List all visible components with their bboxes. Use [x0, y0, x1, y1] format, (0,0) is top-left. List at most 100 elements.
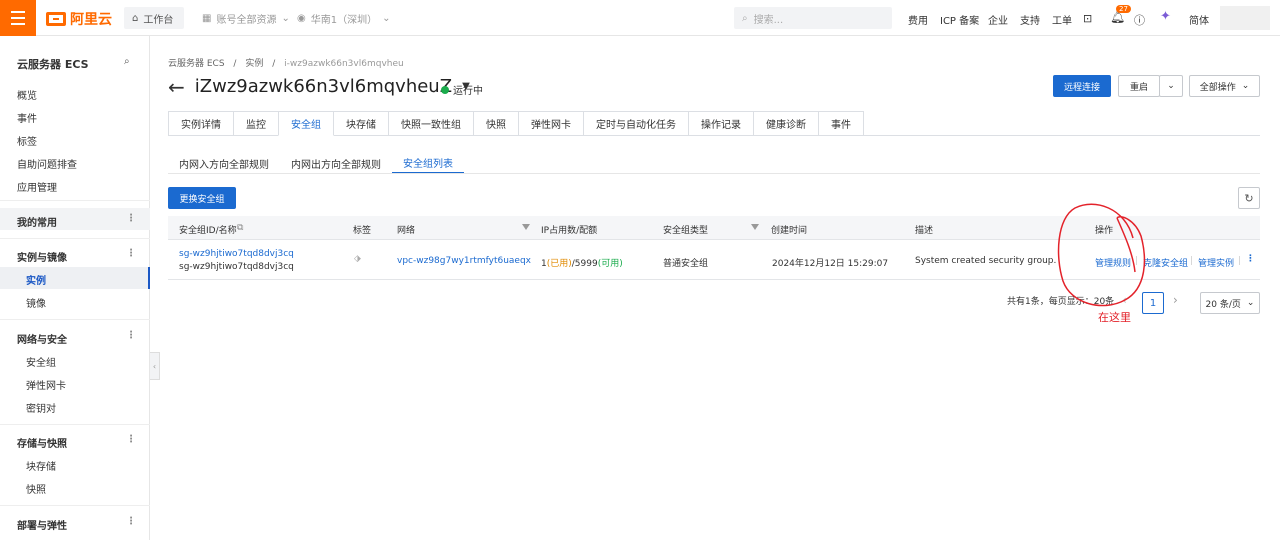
- page-size-select[interactable]: 20 条/页 ⌄: [1200, 292, 1260, 314]
- sidebar-group-network-security[interactable]: 网络与安全: [17, 331, 67, 346]
- restart-button[interactable]: 重启: [1118, 75, 1160, 97]
- sidebar-item-troubleshoot[interactable]: 自助问题排查: [17, 156, 77, 171]
- column-header-description: 描述: [915, 226, 934, 236]
- refresh-button[interactable]: ↻: [1238, 187, 1260, 209]
- search-icon[interactable]: ⌕: [124, 56, 130, 67]
- help-icon[interactable]: ⓘ: [1134, 12, 1145, 28]
- next-page-icon[interactable]: ›: [1173, 293, 1178, 307]
- chevron-down-icon: ⌄: [382, 13, 391, 24]
- subtab-outbound-rules[interactable]: 内网出方向全部规则: [280, 152, 392, 174]
- more-icon[interactable]: ⋮: [126, 213, 136, 224]
- avatar[interactable]: [1220, 6, 1270, 30]
- sidebar-group-deployment-elasticity[interactable]: 部署与弹性: [17, 517, 67, 532]
- assistant-icon[interactable]: ✦: [1160, 9, 1171, 24]
- sidebar-item-block-storage[interactable]: 块存储: [26, 458, 56, 473]
- security-subtabs: 内网入方向全部规则 内网出方向全部规则 安全组列表: [168, 152, 464, 174]
- more-icon[interactable]: ⋮: [126, 248, 136, 259]
- search-icon: ⌕: [742, 12, 748, 24]
- ip-quota-value: /5999: [571, 259, 598, 269]
- chevron-left-icon: ‹: [152, 361, 157, 371]
- breadcrumb-instances[interactable]: 实例: [245, 59, 263, 69]
- search-input[interactable]: ⌕ 搜索...: [734, 7, 892, 29]
- vpc-link[interactable]: vpc-wz98g7wy1rtmfyt6uaeqx: [397, 256, 531, 266]
- divider: [0, 238, 150, 239]
- tab-eni[interactable]: 弹性网卡: [518, 111, 584, 136]
- link-billing[interactable]: 费用: [908, 12, 928, 27]
- annotation-label: 在这里: [1098, 311, 1131, 324]
- annotation-circle: [1057, 203, 1146, 307]
- subtab-security-group-list[interactable]: 安全组列表: [392, 152, 464, 174]
- copy-icon[interactable]: ⧉: [237, 223, 243, 233]
- all-actions-button[interactable]: 全部操作 ⌄: [1189, 75, 1260, 97]
- terminal-icon[interactable]: ⊡: [1083, 12, 1092, 25]
- divider: [0, 505, 150, 506]
- filter-icon[interactable]: [751, 224, 759, 230]
- tab-instance-details[interactable]: 实例详情: [168, 111, 234, 136]
- tag-icon[interactable]: ⬗: [354, 254, 361, 264]
- sidebar-item-instances[interactable]: 实例: [26, 272, 46, 287]
- tab-block-storage[interactable]: 块存储: [333, 111, 389, 136]
- link-ticket[interactable]: 工单: [1052, 12, 1072, 27]
- account-selector-label: 账号全部资源: [216, 15, 277, 26]
- link-icp[interactable]: ICP 备案: [940, 12, 979, 27]
- sidebar-item-keypairs[interactable]: 密钥对: [26, 400, 56, 415]
- sg-id-link[interactable]: sg-wz9hjtiwo7tqd8dvj3cq: [179, 249, 294, 259]
- chevron-down-icon: ⌄: [1246, 298, 1255, 308]
- link-enterprise[interactable]: 企业: [988, 12, 1008, 27]
- sidebar-group-instances-images[interactable]: 实例与镜像: [17, 249, 67, 264]
- change-security-group-button[interactable]: 更换安全组: [168, 187, 236, 209]
- sidebar-item-tags[interactable]: 标签: [17, 133, 37, 148]
- page-size-label: 20 条/页: [1205, 299, 1241, 310]
- breadcrumb-current: i-wz9azwk66n3vl6mqvheu: [284, 59, 404, 69]
- more-icon[interactable]: ⋮: [126, 516, 136, 527]
- more-icon[interactable]: ⋮: [126, 330, 136, 341]
- account-resource-selector[interactable]: ▦ 账号全部资源 ⌄: [202, 11, 290, 26]
- sidebar-item-app-management[interactable]: 应用管理: [17, 179, 57, 194]
- filter-icon[interactable]: [522, 224, 530, 230]
- restart-dropdown-button[interactable]: ⌄: [1159, 75, 1183, 97]
- logo-text: 阿里云: [70, 12, 112, 28]
- aliyun-logo[interactable]: 阿里云: [46, 9, 112, 29]
- created-time: 2024年12月12日 15:29:07: [772, 259, 889, 269]
- tab-security-groups[interactable]: 安全组: [278, 111, 334, 136]
- column-header-created: 创建时间: [771, 226, 808, 236]
- link-support[interactable]: 支持: [1020, 12, 1040, 27]
- sidebar-group-storage-snapshots[interactable]: 存储与快照: [17, 435, 67, 450]
- sidebar-collapse-handle[interactable]: ‹: [150, 352, 160, 380]
- tab-monitoring[interactable]: 监控: [233, 111, 279, 136]
- more-actions-icon[interactable]: ⋮: [1246, 254, 1255, 264]
- restart-label: 重启: [1129, 82, 1148, 93]
- breadcrumb-ecs[interactable]: 云服务器 ECS: [168, 59, 225, 69]
- sidebar-item-overview[interactable]: 概览: [17, 87, 37, 102]
- tab-scheduled-tasks[interactable]: 定时与自动化任务: [583, 111, 689, 136]
- sidebar-item-eni[interactable]: 弹性网卡: [26, 377, 66, 392]
- sidebar-item-snapshots[interactable]: 快照: [26, 481, 46, 496]
- ip-quota-cell: 1(已用)/5999(可用): [541, 256, 623, 269]
- tab-operation-logs[interactable]: 操作记录: [688, 111, 754, 136]
- sidebar-group-favorites[interactable]: 我的常用: [17, 214, 57, 229]
- tab-events[interactable]: 事件: [818, 111, 864, 136]
- workspace-label: 工作台: [143, 14, 174, 26]
- sidebar-item-security-groups[interactable]: 安全组: [26, 354, 56, 369]
- remote-connect-label: 远程连接: [1063, 82, 1100, 93]
- back-arrow-icon[interactable]: ←: [168, 77, 185, 97]
- language-selector[interactable]: 简体: [1189, 12, 1209, 27]
- tab-snapshots[interactable]: 快照: [473, 111, 519, 136]
- breadcrumb: 云服务器 ECS / 实例 / i-wz9azwk66n3vl6mqvheu: [168, 56, 410, 69]
- status-dot-icon: [441, 85, 449, 94]
- sidebar-item-events[interactable]: 事件: [17, 110, 37, 125]
- sidebar: 云服务器 ECS ⌕ 概览 事件 标签 自助问题排查 应用管理 我的常用 ⋮ 实…: [0, 36, 150, 540]
- more-icon[interactable]: ⋮: [126, 434, 136, 445]
- remote-connect-button[interactable]: 远程连接: [1053, 75, 1111, 97]
- region-selector[interactable]: ◉ 华南1（深圳） ⌄: [297, 11, 391, 26]
- breadcrumb-sep: /: [272, 59, 276, 69]
- menu-icon[interactable]: [0, 0, 36, 36]
- tab-health-diagnosis[interactable]: 健康诊断: [753, 111, 819, 136]
- column-header-sg-id: 安全组ID/名称: [179, 226, 237, 236]
- manage-instances-link[interactable]: 管理实例: [1198, 256, 1234, 269]
- sidebar-item-images[interactable]: 镜像: [26, 295, 46, 310]
- workspace-button[interactable]: ⌂ 工作台: [124, 7, 184, 29]
- subtab-inbound-rules[interactable]: 内网入方向全部规则: [168, 152, 280, 174]
- tab-snapshot-consistency-group[interactable]: 快照一致性组: [388, 111, 474, 136]
- sg-name: sg-wz9hjtiwo7tqd8dvj3cq: [179, 262, 294, 272]
